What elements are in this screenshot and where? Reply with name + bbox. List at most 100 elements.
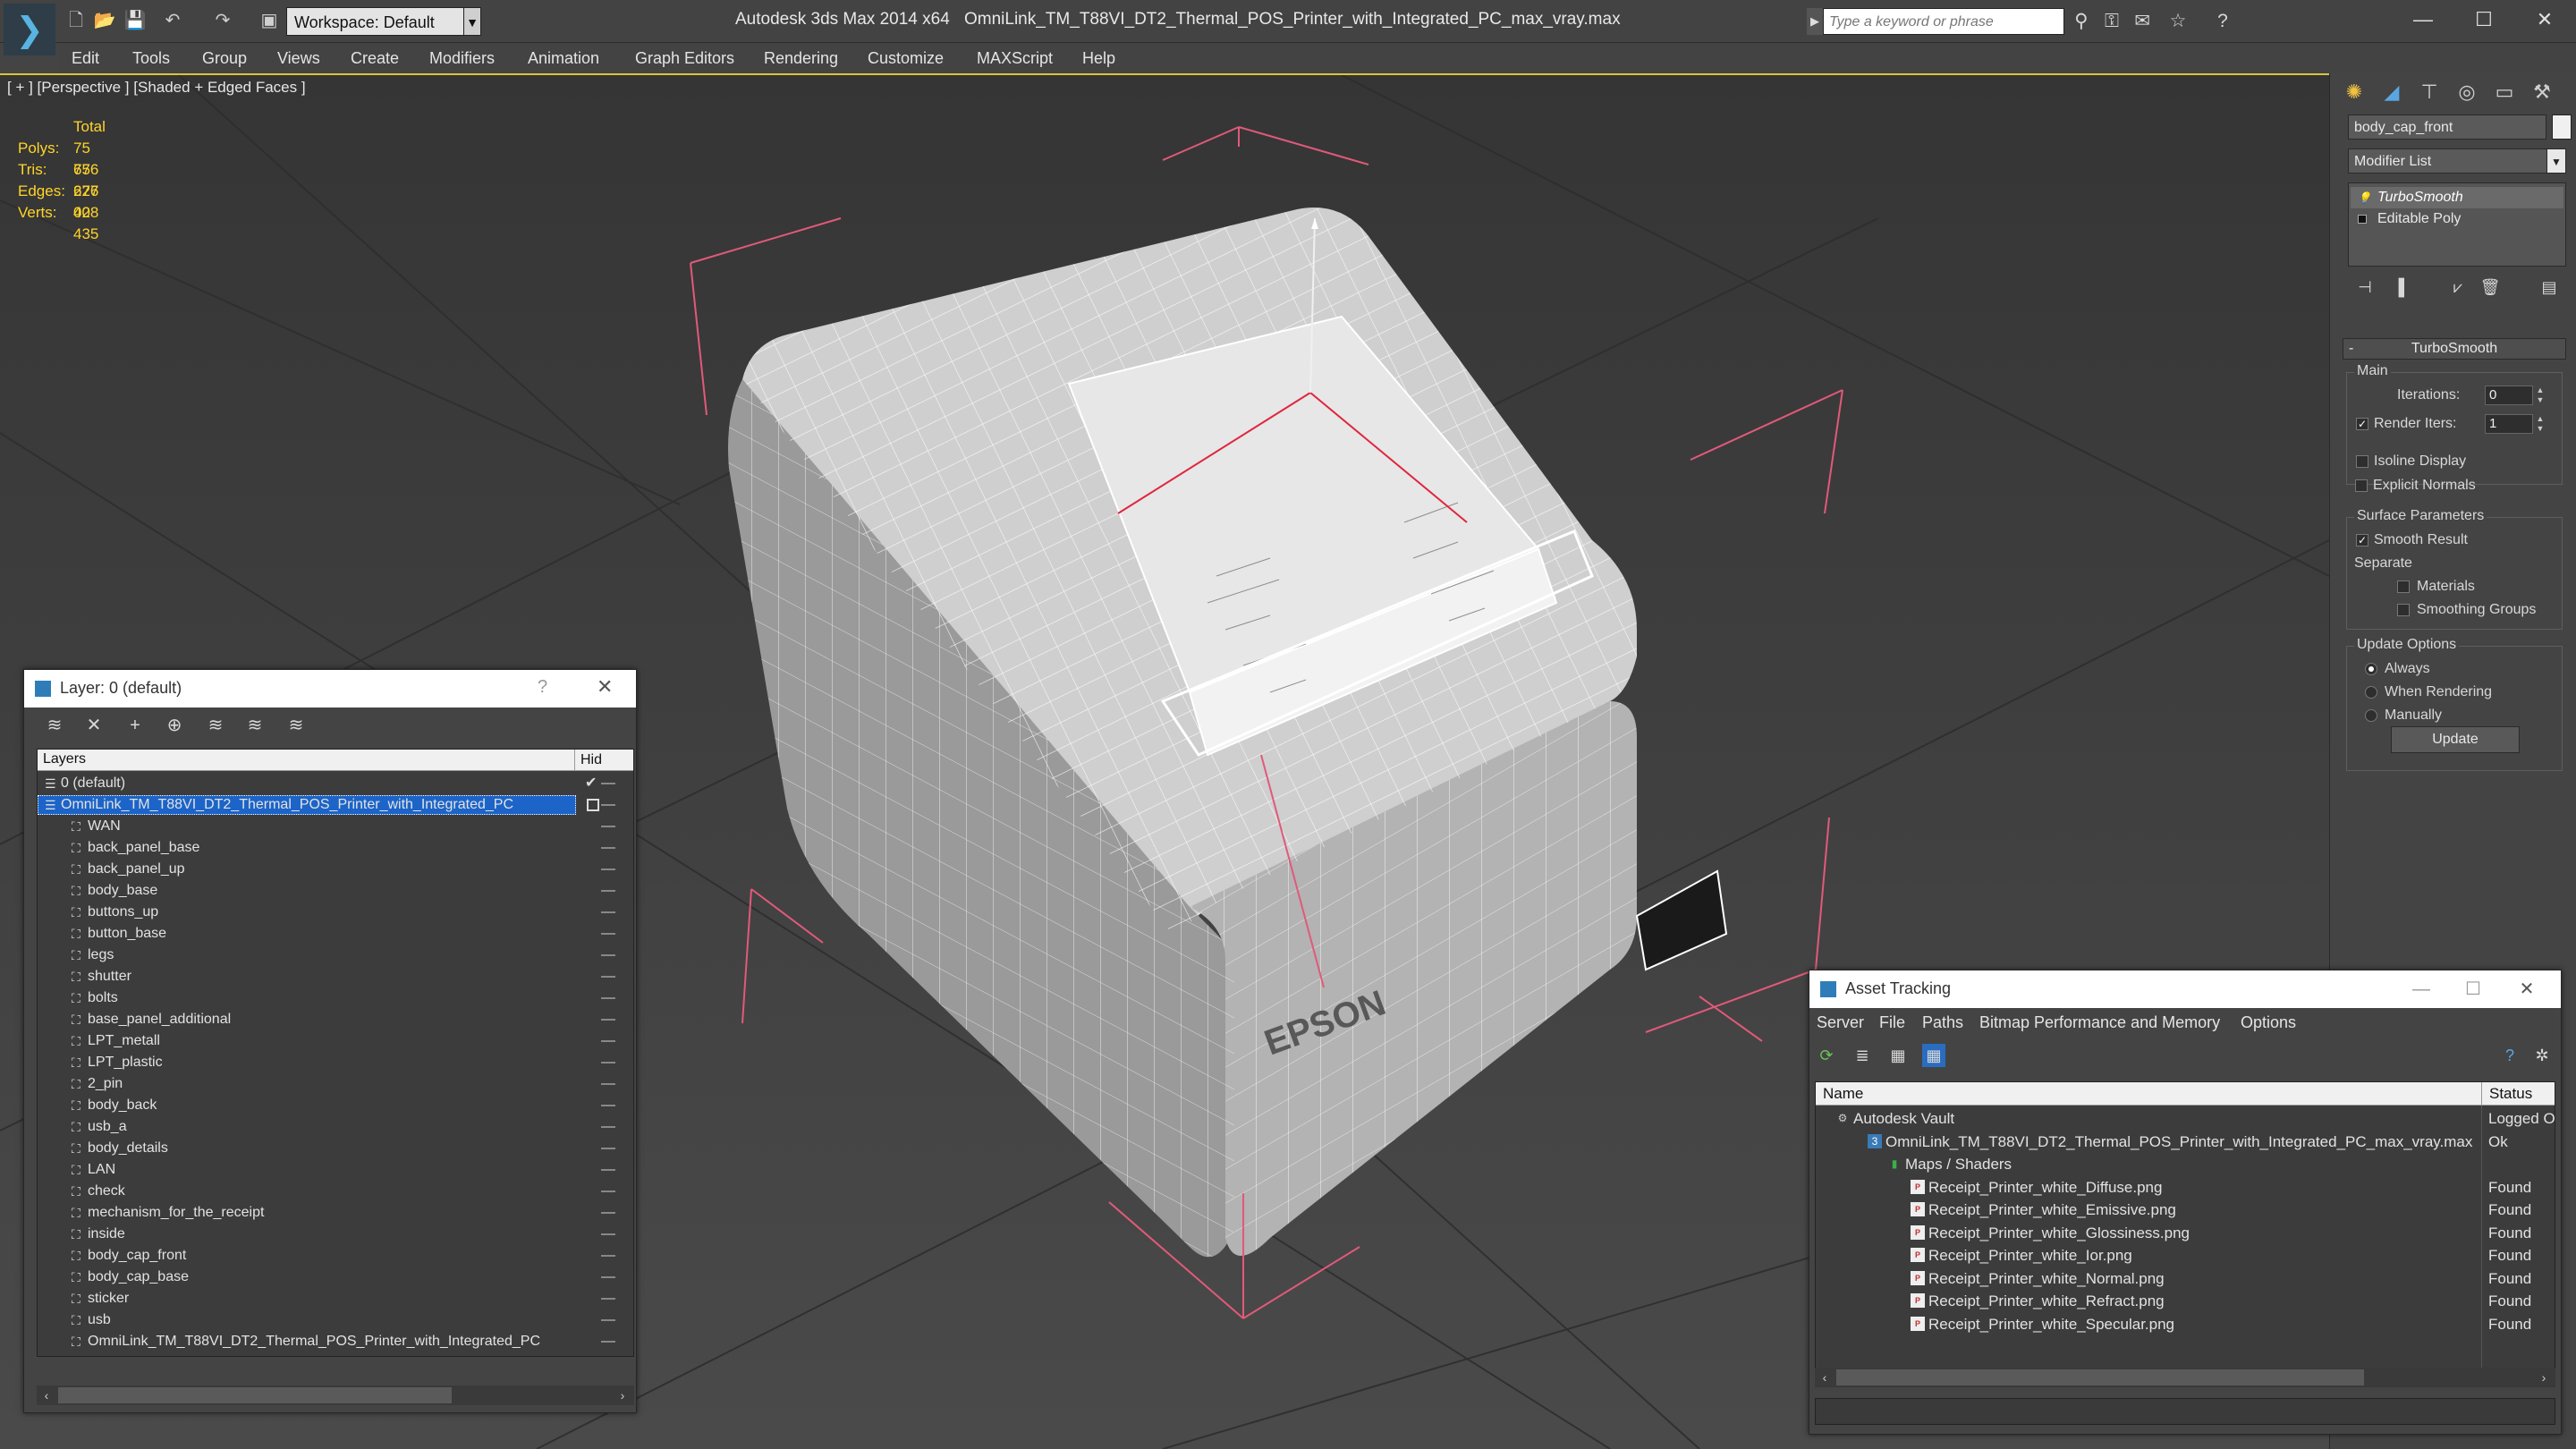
layer-row[interactable]: ⛶ usb [38, 1309, 633, 1331]
menu-views[interactable]: Views [277, 43, 320, 73]
hide-toggle[interactable] [601, 869, 615, 870]
layers-column-header[interactable]: Layers [43, 751, 86, 767]
layer-row[interactable]: ⛶ LPT_metall [38, 1030, 633, 1052]
smoothing-groups-checkbox[interactable] [2397, 604, 2410, 616]
modifier-list-arrow-icon[interactable]: ▼ [2546, 148, 2566, 174]
thumbnail-view-icon[interactable]: ▦ [1886, 1044, 1910, 1067]
minimize-icon[interactable]: — [2394, 0, 2453, 39]
asset-row[interactable]: ▮ Maps / Shaders [1816, 1153, 2555, 1175]
layer-row[interactable]: ⛶ inside [38, 1224, 633, 1245]
maximize-icon[interactable]: ☐ [2454, 0, 2513, 39]
hide-toggle[interactable] [601, 1233, 615, 1235]
hide-toggle[interactable] [601, 1341, 615, 1343]
layer-row[interactable]: ☰ OmniLink_TM_T88VI_DT2_Thermal_POS_Print… [38, 794, 633, 816]
name-column-header[interactable]: Name [1823, 1085, 1863, 1103]
menu-rendering[interactable]: Rendering [764, 43, 838, 73]
manually-radio[interactable] [2365, 709, 2377, 722]
iterations-spinner-arrows-icon[interactable]: ▲ ▼ [2535, 386, 2546, 405]
layer-row[interactable]: ⛶ WAN [38, 816, 633, 837]
hide-toggle[interactable] [601, 976, 615, 978]
layer-row[interactable]: ⛶ LPT_plastic [38, 1052, 633, 1073]
stack-item-editable-poly[interactable]: Editable Poly [2351, 208, 2563, 230]
smooth-result-checkbox[interactable]: ✓ [2356, 534, 2368, 547]
layer-row[interactable]: ⛶ legs [38, 945, 633, 966]
pin-stack-icon[interactable]: ⊣ [2353, 275, 2377, 299]
modify-tab-icon[interactable]: ◢ [2375, 77, 2409, 107]
workspace-dropdown-icon[interactable]: ▼ [463, 7, 481, 36]
asset-help-icon[interactable]: ? [2498, 1044, 2521, 1067]
asset-row[interactable]: P Receipt_Printer_white_Diffuse.png Found [1816, 1176, 2555, 1199]
make-unique-icon[interactable]: ⩗ [2446, 275, 2470, 299]
refresh-icon[interactable]: ⟳ [1815, 1044, 1838, 1067]
layer-row[interactable]: ⛶ mechanism_for_the_receipt [38, 1202, 633, 1224]
hide-toggle[interactable] [601, 1255, 615, 1257]
explicit-normals-checkbox[interactable] [2355, 479, 2368, 492]
stack-item-turbosmooth[interactable]: 💡 TurboSmooth [2351, 187, 2563, 208]
asset-scroll-left-icon[interactable]: ‹ [1817, 1369, 1833, 1385]
render-iters-checkbox[interactable]: ✓ [2356, 418, 2368, 430]
asset-row[interactable]: P Receipt_Printer_white_Glossiness.png Fou… [1816, 1222, 2555, 1244]
layer-row[interactable]: ⛶ back_panel_up [38, 859, 633, 880]
create-layer-icon[interactable]: ≋ [42, 713, 67, 738]
hide-toggle[interactable] [601, 1126, 615, 1128]
search-expand-icon[interactable]: ▶ [1807, 8, 1823, 35]
layer-row[interactable]: ⛶ body_details [38, 1138, 633, 1159]
isoline-display-checkbox[interactable] [2356, 455, 2368, 468]
asset-scroll-thumb[interactable] [1836, 1369, 2364, 1385]
layer-row[interactable]: ⛶ body_cap_front [38, 1245, 633, 1267]
layer-row[interactable]: ⛶ body_back [38, 1095, 633, 1116]
menu-modifiers[interactable]: Modifiers [429, 43, 495, 73]
materials-checkbox[interactable] [2397, 580, 2410, 593]
current-layer-check-icon[interactable]: ✔ [585, 773, 597, 794]
menu-maxscript[interactable]: MAXScript [977, 43, 1053, 73]
hide-toggle[interactable] [601, 1169, 615, 1171]
layer-horizontal-scrollbar[interactable]: ‹ › [37, 1385, 634, 1405]
display-tab-icon[interactable]: ▭ [2487, 77, 2521, 107]
asset-scroll-right-icon[interactable]: › [2536, 1369, 2552, 1385]
menu-graph-editors[interactable]: Graph Editors [635, 43, 734, 73]
layer-row[interactable]: ⛶ back_panel_base [38, 837, 633, 859]
asset-row[interactable]: 3 OmniLink_TM_T88VI_DT2_Thermal_POS_Print… [1816, 1131, 2555, 1153]
workspace-select[interactable]: Workspace: Default [286, 7, 481, 36]
delete-layer-icon[interactable]: ✕ [81, 713, 106, 738]
save-file-icon[interactable]: 💾 [123, 9, 147, 32]
hide-toggle[interactable] [601, 1298, 615, 1300]
utilities-tab-icon[interactable]: ⚒ [2525, 77, 2559, 107]
layer-hide-box-icon[interactable] [587, 799, 599, 811]
hide-toggle[interactable] [601, 933, 615, 935]
status-column-header[interactable]: Status [2481, 1082, 2555, 1106]
remove-modifier-icon[interactable]: 🗑 [2479, 275, 2502, 299]
layer-window-titlebar[interactable]: Layer: 0 (default) ? ✕ [24, 670, 636, 708]
asset-row[interactable]: ⚙ Autodesk Vault Logged O [1816, 1107, 2555, 1130]
open-file-icon[interactable]: 📂 [93, 9, 116, 32]
always-radio[interactable] [2365, 663, 2377, 675]
menu-tools[interactable]: Tools [132, 43, 170, 73]
layer-row[interactable]: ⛶ 2_pin [38, 1073, 633, 1095]
asset-settings-icon[interactable]: ✲ [2530, 1044, 2554, 1067]
redo-icon[interactable]: ↷ [211, 9, 234, 32]
asset-row[interactable]: P Receipt_Printer_white_Emissive.png Found [1816, 1199, 2555, 1221]
add-to-layer-icon[interactable]: + [123, 713, 148, 738]
hide-toggle[interactable] [601, 1019, 615, 1021]
expand-box-icon[interactable] [2358, 215, 2367, 224]
hierarchy-tab-icon[interactable]: ⊤ [2412, 77, 2446, 107]
layer-row[interactable]: ☰ 0 (default) ✔ [38, 773, 633, 794]
scroll-thumb[interactable] [58, 1387, 452, 1403]
asset-row[interactable]: P Receipt_Printer_white_Ior.png Found [1816, 1244, 2555, 1267]
hide-toggle[interactable] [601, 890, 615, 892]
asset-menu-file[interactable]: File [1879, 1008, 1905, 1037]
project-folder-icon[interactable]: ▣ [258, 9, 281, 32]
new-file-icon[interactable]: 🗋 [64, 9, 88, 32]
highlight-layer-icon[interactable]: ≋ [203, 713, 228, 738]
scroll-right-icon[interactable]: › [614, 1387, 631, 1403]
modifier-list-dropdown[interactable]: Modifier List [2348, 148, 2564, 174]
app-logo-icon[interactable]: ❯ [4, 4, 55, 55]
search-input[interactable]: Type a keyword or phrase [1823, 8, 2064, 35]
hide-toggle[interactable] [601, 1083, 615, 1085]
rollout-header[interactable]: - TurboSmooth [2343, 338, 2566, 360]
layer-close-icon[interactable]: ✕ [597, 675, 613, 699]
asset-menu-options[interactable]: Options [2241, 1008, 2296, 1037]
list-view-icon[interactable]: ≣ [1851, 1044, 1874, 1067]
layer-row[interactable]: ⛶ shutter [38, 966, 633, 987]
show-end-result-icon[interactable]: ▌ [2393, 275, 2416, 299]
